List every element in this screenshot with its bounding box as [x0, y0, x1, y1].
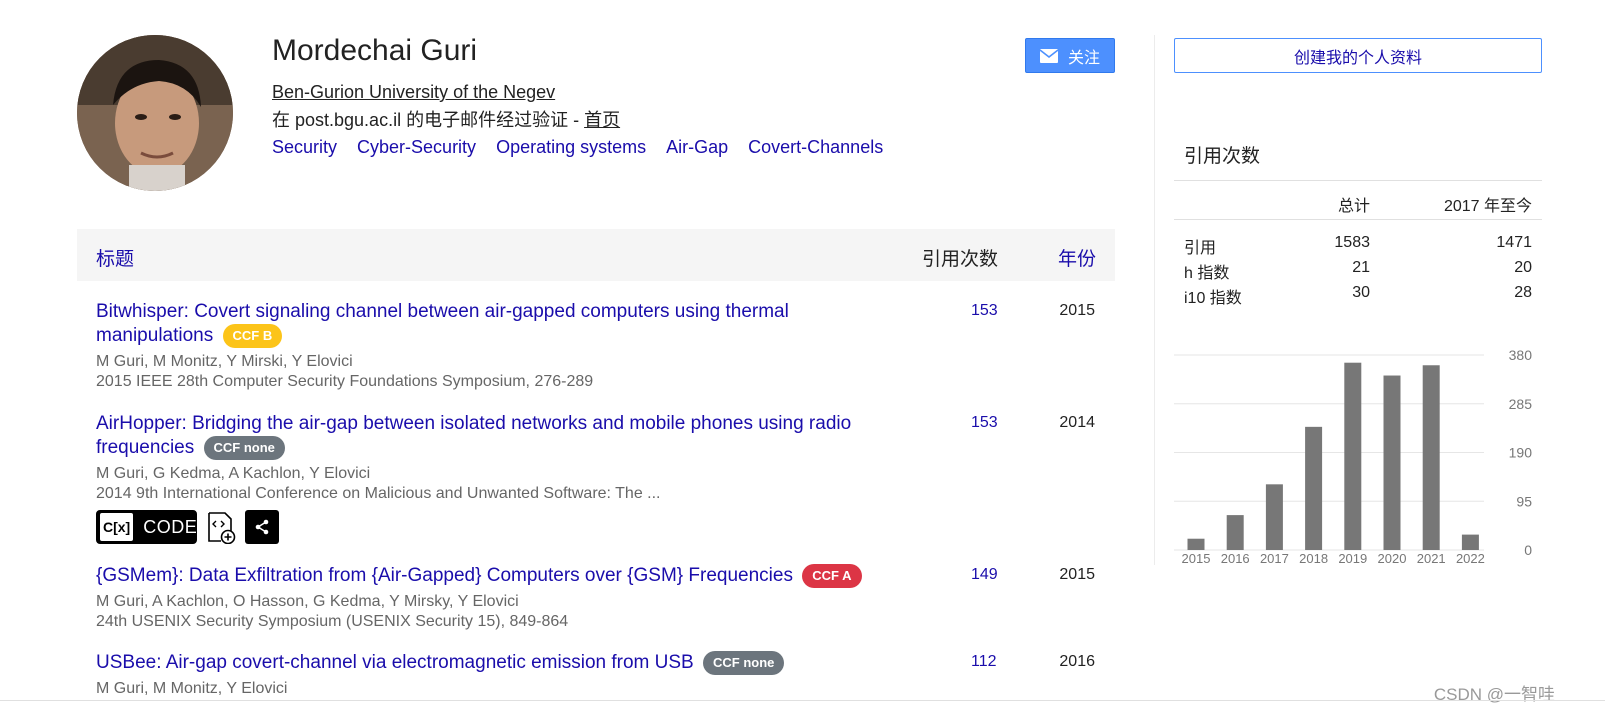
publication-authors: M Guri, M Monitz, Y Mirski, Y Elovici [96, 353, 353, 370]
chart-bar-2019[interactable] [1344, 362, 1362, 550]
publication-title-link[interactable]: USBee: Air-gap covert-channel via electr… [96, 652, 694, 673]
interest-link-covert-channels[interactable]: Covert-Channels [748, 137, 883, 158]
cited-count-link[interactable]: 112 [971, 653, 997, 671]
publication-title-link[interactable]: {GSMem}: Data Exfiltration from {Air-Gap… [96, 565, 793, 586]
profile-avatar [77, 35, 233, 191]
verified-email-text: 在 post.bgu.ac.il 的电子邮件经过验证 - [272, 110, 585, 130]
sort-by-title[interactable]: 标题 [96, 244, 134, 271]
chart-x-tick-label: 2021 [1417, 551, 1446, 566]
homepage-link[interactable]: 首页 [584, 110, 620, 130]
chart-x-tick-label: 2017 [1260, 551, 1289, 566]
cited-by-title: 引用次数 [1184, 146, 1261, 167]
profile-name: Mordechai Guri [272, 34, 478, 67]
chart-bar-2022[interactable] [1461, 534, 1479, 550]
interest-link-security[interactable]: Security [272, 137, 337, 158]
catalyzex-logo: C[x] [100, 513, 134, 541]
ccf-badge: CCF none [702, 651, 785, 675]
sort-by-year[interactable]: 年份 [1058, 244, 1096, 271]
interest-link-air-gap[interactable]: Air-Gap [666, 137, 728, 158]
chart-bar-2018[interactable] [1305, 426, 1323, 550]
stats-since-i10-index: 28 [1514, 284, 1532, 301]
cited-count-link[interactable]: 153 [971, 302, 998, 320]
publication-year: 2015 [1059, 302, 1095, 319]
chart-x-tick-label: 2015 [1182, 551, 1211, 566]
chart-x-tick-label: 2016 [1221, 551, 1250, 566]
stats-divider [1174, 180, 1542, 181]
publication-authors: M Guri, G Kedma, A Kachlon, Y Elovici [96, 465, 371, 482]
chart-x-tick-label: 2020 [1378, 551, 1407, 566]
table-header: 标题 引用次数 年份 [77, 229, 1115, 281]
cited-count-link[interactable]: 149 [971, 566, 998, 584]
interest-link-operating-systems[interactable]: Operating systems [496, 137, 646, 158]
publication-row: Bitwhisper: Covert signaling channel bet… [96, 300, 1115, 392]
watermark: CSDN @一智哇 [1433, 685, 1555, 704]
cited-by-header: 引用次数 [921, 249, 998, 270]
chart-y-tick-label: 285 [1509, 396, 1533, 412]
chart-y-tick-label: 0 [1524, 542, 1532, 558]
publication-authors: M Guri, A Kachlon, O Hasson, G Kedma, Y … [96, 593, 519, 610]
stats-since-h-index: 20 [1514, 259, 1532, 276]
publication-row: AirHopper: Bridging the air-gap between … [96, 412, 1115, 544]
cited-count-link[interactable]: 153 [971, 414, 998, 432]
affiliation-link[interactable]: Ben-Gurion University of the Negev [272, 82, 555, 103]
chart-y-tick-label: 380 [1509, 347, 1533, 363]
publication-venue: 2015 IEEE 28th Computer Security Foundat… [96, 373, 594, 390]
ccf-badge: CCF A [802, 564, 862, 588]
share-icon[interactable] [245, 510, 279, 544]
publication-year: 2014 [1059, 414, 1095, 431]
publication-row: USBee: Air-gap covert-channel via electr… [96, 651, 1115, 699]
chart-x-tick-label: 2022 [1456, 551, 1485, 566]
publication-tools: C[x] CODE [96, 510, 1115, 544]
publication-title[interactable]: {GSMem}: Data Exfiltration from {Air-Gap… [96, 564, 916, 588]
research-interests: Security Cyber-Security Operating system… [272, 137, 883, 158]
stats-label-i10-index: i10 指数 [1184, 290, 1242, 307]
publication-row: {GSMem}: Data Exfiltration from {Air-Gap… [96, 564, 1115, 632]
publication-title[interactable]: AirHopper: Bridging the air-gap between … [96, 412, 896, 460]
stats-total-citations: 1583 [1334, 234, 1370, 251]
stats-header-total: 总计 [1338, 198, 1371, 215]
verified-email-line: 在 post.bgu.ac.il 的电子邮件经过验证 - 首页 [272, 106, 620, 132]
chart-bar-2015[interactable] [1187, 538, 1205, 550]
envelope-icon [1039, 48, 1058, 63]
stats-total-h-index: 21 [1352, 259, 1370, 276]
publication-year: 2016 [1059, 653, 1095, 670]
ccf-badge: CCF B [222, 324, 283, 348]
chart-x-tick-label: 2018 [1299, 551, 1328, 566]
add-code-icon[interactable] [205, 510, 237, 544]
chart-y-tick-label: 190 [1509, 445, 1533, 461]
publication-title[interactable]: USBee: Air-gap covert-channel via electr… [96, 651, 896, 675]
stats-label-citations: 引用 [1184, 240, 1217, 257]
stats-total-i10-index: 30 [1352, 284, 1370, 301]
chart-y-tick-label: 95 [1516, 493, 1532, 509]
publication-year: 2015 [1059, 566, 1095, 583]
chart-bar-2016[interactable] [1226, 515, 1244, 550]
publication-authors: M Guri, M Monitz, Y Elovici [96, 680, 288, 697]
publication-title[interactable]: Bitwhisper: Covert signaling channel bet… [96, 300, 896, 348]
create-profile-button[interactable]: 创建我的个人资料 [1174, 38, 1542, 73]
stats-label-h-index: h 指数 [1184, 265, 1230, 282]
follow-label: 关注 [1067, 49, 1100, 67]
code-button[interactable]: C[x] CODE [96, 510, 197, 544]
column-divider [1154, 35, 1155, 565]
stats-divider [1174, 219, 1542, 220]
code-label: CODE [143, 516, 198, 537]
stats-since-citations: 1471 [1496, 234, 1532, 251]
chart-bar-2017[interactable] [1265, 484, 1283, 550]
stats-header-since: 2017 年至今 [1443, 198, 1532, 215]
interest-link-cyber-security[interactable]: Cyber-Security [357, 137, 476, 158]
ccf-badge: CCF none [203, 436, 285, 460]
publication-title-link[interactable]: Bitwhisper: Covert signaling channel bet… [96, 301, 789, 346]
chart-bar-2021[interactable] [1422, 365, 1440, 550]
follow-button[interactable]: 关注 [1025, 38, 1115, 73]
bottom-divider [0, 700, 1605, 701]
publication-venue: 2014 9th International Conference on Mal… [96, 485, 661, 502]
publication-venue: 24th USENIX Security Symposium (USENIX S… [96, 613, 569, 630]
citations-bar-chart: 380 285 190 95 0 2015 2016 2017 2018 2019 2020 2021… [1174, 347, 1533, 566]
chart-x-tick-label: 2019 [1338, 551, 1367, 566]
chart-bar-2020[interactable] [1383, 375, 1401, 550]
